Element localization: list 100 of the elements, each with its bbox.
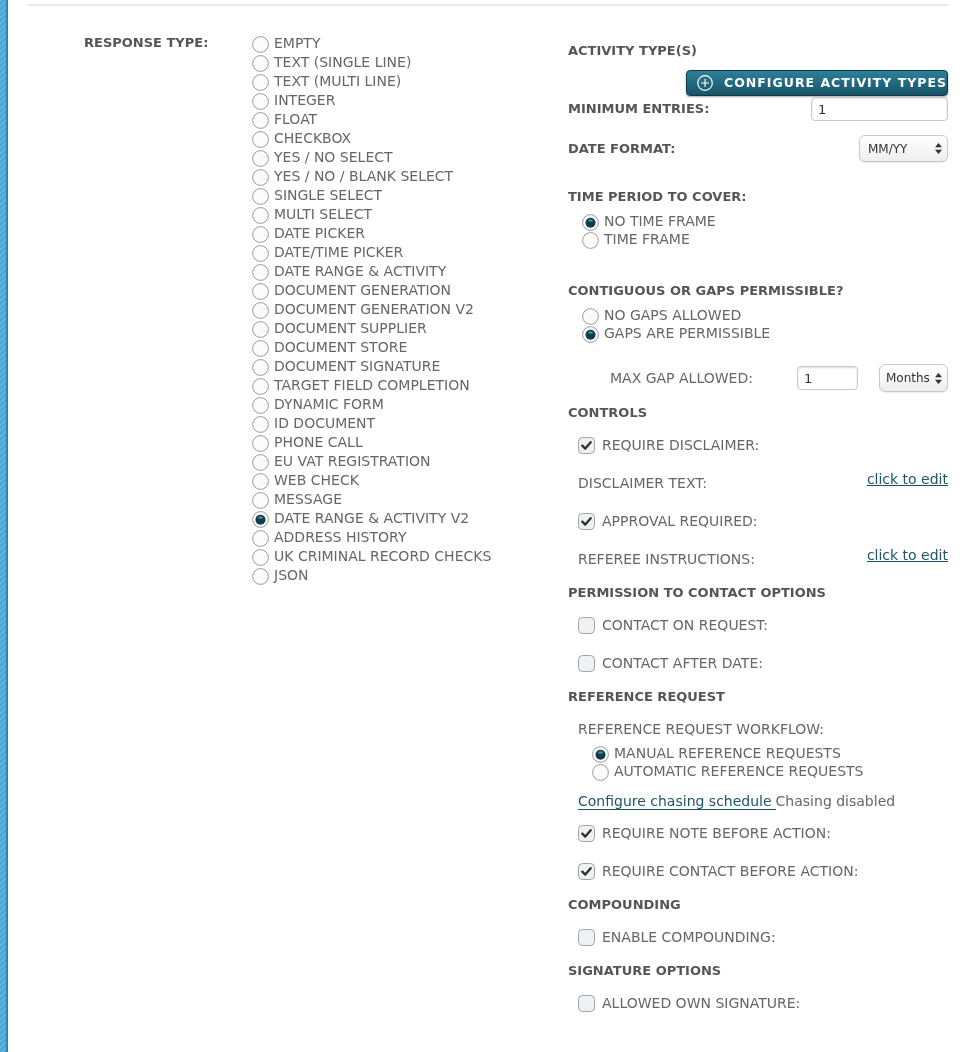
checkbox[interactable] (578, 824, 595, 842)
radio-label: YES / NO / BLANK SELECT (274, 166, 454, 185)
edit-link[interactable]: click to edit (866, 546, 948, 564)
radio-label: UK CRIMINAL RECORD CHECKS (274, 546, 492, 565)
radio-button[interactable] (592, 745, 609, 763)
section-heading: TIME PERIOD TO COVER: (568, 188, 748, 206)
radio-label: DOCUMENT STORE (274, 337, 408, 356)
radio-label: TEXT (MULTI LINE) (274, 71, 402, 90)
radio-button[interactable] (252, 111, 269, 129)
radio-button[interactable] (252, 358, 269, 376)
radio-button[interactable] (252, 244, 269, 262)
chasing-schedule-link[interactable]: Configure chasing schedule (578, 792, 776, 810)
field-label: MINIMUM ENTRIES: (568, 100, 710, 118)
checkbox-label: ALLOWED OWN SIGNATURE: (602, 994, 801, 1012)
section-heading: ACTIVITY TYPE(S) (568, 42, 698, 60)
field-label: MAX GAP ALLOWED: (610, 369, 753, 387)
sort-arrows-icon (935, 143, 942, 154)
radio-label: MANUAL REFERENCE REQUESTS (614, 744, 841, 762)
radio-button[interactable] (252, 263, 269, 281)
radio-label: DATE RANGE & ACTIVITY (274, 261, 447, 280)
radio-button[interactable] (252, 567, 269, 585)
checkbox[interactable] (578, 436, 595, 454)
radio-button[interactable] (252, 510, 269, 528)
radio-button[interactable] (252, 130, 269, 148)
radio-label: DOCUMENT SIGNATURE (274, 356, 441, 375)
radio-label: DATE/TIME PICKER (274, 242, 404, 261)
radio-button[interactable] (252, 472, 269, 490)
radio-button[interactable] (252, 187, 269, 205)
radio-button[interactable] (252, 415, 269, 433)
radio-button[interactable] (582, 231, 599, 249)
radio-label: INTEGER (274, 90, 336, 109)
radio-label: MESSAGE (274, 489, 342, 508)
section-heading: CONTIGUOUS OR GAPS PERMISSIBLE? (568, 282, 845, 300)
radio-label: DATE RANGE & ACTIVITY V2 (274, 508, 470, 527)
checkbox[interactable] (578, 928, 595, 946)
radio-button[interactable] (252, 168, 269, 186)
radio-button[interactable] (582, 307, 599, 325)
gap-unit-select[interactable]: Months (879, 364, 948, 392)
radio-button[interactable] (252, 282, 269, 300)
radio-label: NO GAPS ALLOWED (604, 306, 742, 324)
radio-button[interactable] (252, 54, 269, 72)
radio-button[interactable] (582, 213, 599, 231)
radio-button[interactable] (252, 434, 269, 452)
radio-label: ID DOCUMENT (274, 413, 376, 432)
section-heading: COMPOUNDING (568, 896, 682, 914)
checkbox-label: REQUIRE NOTE BEFORE ACTION: (602, 824, 831, 842)
checkbox-label: CONTACT AFTER DATE: (602, 654, 763, 672)
radio-button[interactable] (252, 92, 269, 110)
chasing-status: Chasing disabled (775, 792, 896, 810)
radio-label: JSON (274, 565, 309, 584)
radio-button[interactable] (252, 73, 269, 91)
radio-label: WEB CHECK (274, 470, 359, 489)
radio-button[interactable] (252, 149, 269, 167)
edit-link[interactable]: click to edit (866, 470, 948, 488)
radio-label: DOCUMENT GENERATION (274, 280, 452, 299)
radio-label: TARGET FIELD COMPLETION (274, 375, 470, 394)
radio-button[interactable] (252, 396, 269, 414)
radio-button[interactable] (592, 763, 609, 781)
max-gap-input[interactable]: 1 (797, 366, 858, 390)
checkbox[interactable] (578, 654, 595, 672)
checkbox[interactable] (578, 616, 595, 634)
field-label: DATE FORMAT: (568, 139, 676, 158)
radio-label: YES / NO SELECT (274, 147, 393, 166)
checkbox[interactable] (578, 994, 595, 1012)
radio-label: DOCUMENT GENERATION V2 (274, 299, 474, 318)
radio-label: MULTI SELECT (274, 204, 373, 223)
radio-button[interactable] (582, 325, 599, 343)
section-heading: SIGNATURE OPTIONS (568, 962, 723, 980)
radio-label: FLOAT (274, 109, 318, 128)
response-type-label: RESPONSE TYPE: (84, 34, 210, 52)
section-heading: REFERENCE REQUEST (568, 688, 726, 706)
radio-button[interactable] (252, 320, 269, 338)
radio-label: EU VAT REGISTRATION (274, 451, 431, 470)
radio-label: DATE PICKER (274, 223, 365, 242)
radio-label: TEXT (SINGLE LINE) (274, 52, 412, 71)
radio-label: AUTOMATIC REFERENCE REQUESTS (614, 762, 864, 780)
configure-activity-types-button[interactable]: CONFIGURE ACTIVITY TYPES (686, 70, 948, 96)
radio-button[interactable] (252, 453, 269, 471)
radio-button[interactable] (252, 377, 269, 395)
checkbox[interactable] (578, 512, 595, 530)
radio-button[interactable] (252, 529, 269, 547)
plus-circle-icon (697, 74, 714, 92)
section-heading: CONTROLS (568, 404, 649, 422)
radio-button[interactable] (252, 225, 269, 243)
date-format-select[interactable]: MM/YY (859, 135, 948, 162)
checkbox[interactable] (578, 862, 595, 880)
radio-button[interactable] (252, 339, 269, 357)
sort-arrows-icon (935, 372, 942, 384)
checkbox-label: REQUIRE CONTACT BEFORE ACTION: (602, 862, 859, 880)
checkbox-label: REQUIRE DISCLAIMER: (602, 436, 760, 454)
radio-label: TIME FRAME (604, 230, 690, 248)
radio-button[interactable] (252, 548, 269, 566)
minimum-entries-input[interactable]: 1 (811, 97, 948, 121)
radio-button[interactable] (252, 491, 269, 509)
radio-label: NO TIME FRAME (604, 212, 716, 230)
radio-button[interactable] (252, 35, 269, 53)
radio-label: EMPTY (274, 33, 321, 52)
checkbox-label: ENABLE COMPOUNDING: (602, 928, 776, 946)
radio-button[interactable] (252, 301, 269, 319)
radio-button[interactable] (252, 206, 269, 224)
